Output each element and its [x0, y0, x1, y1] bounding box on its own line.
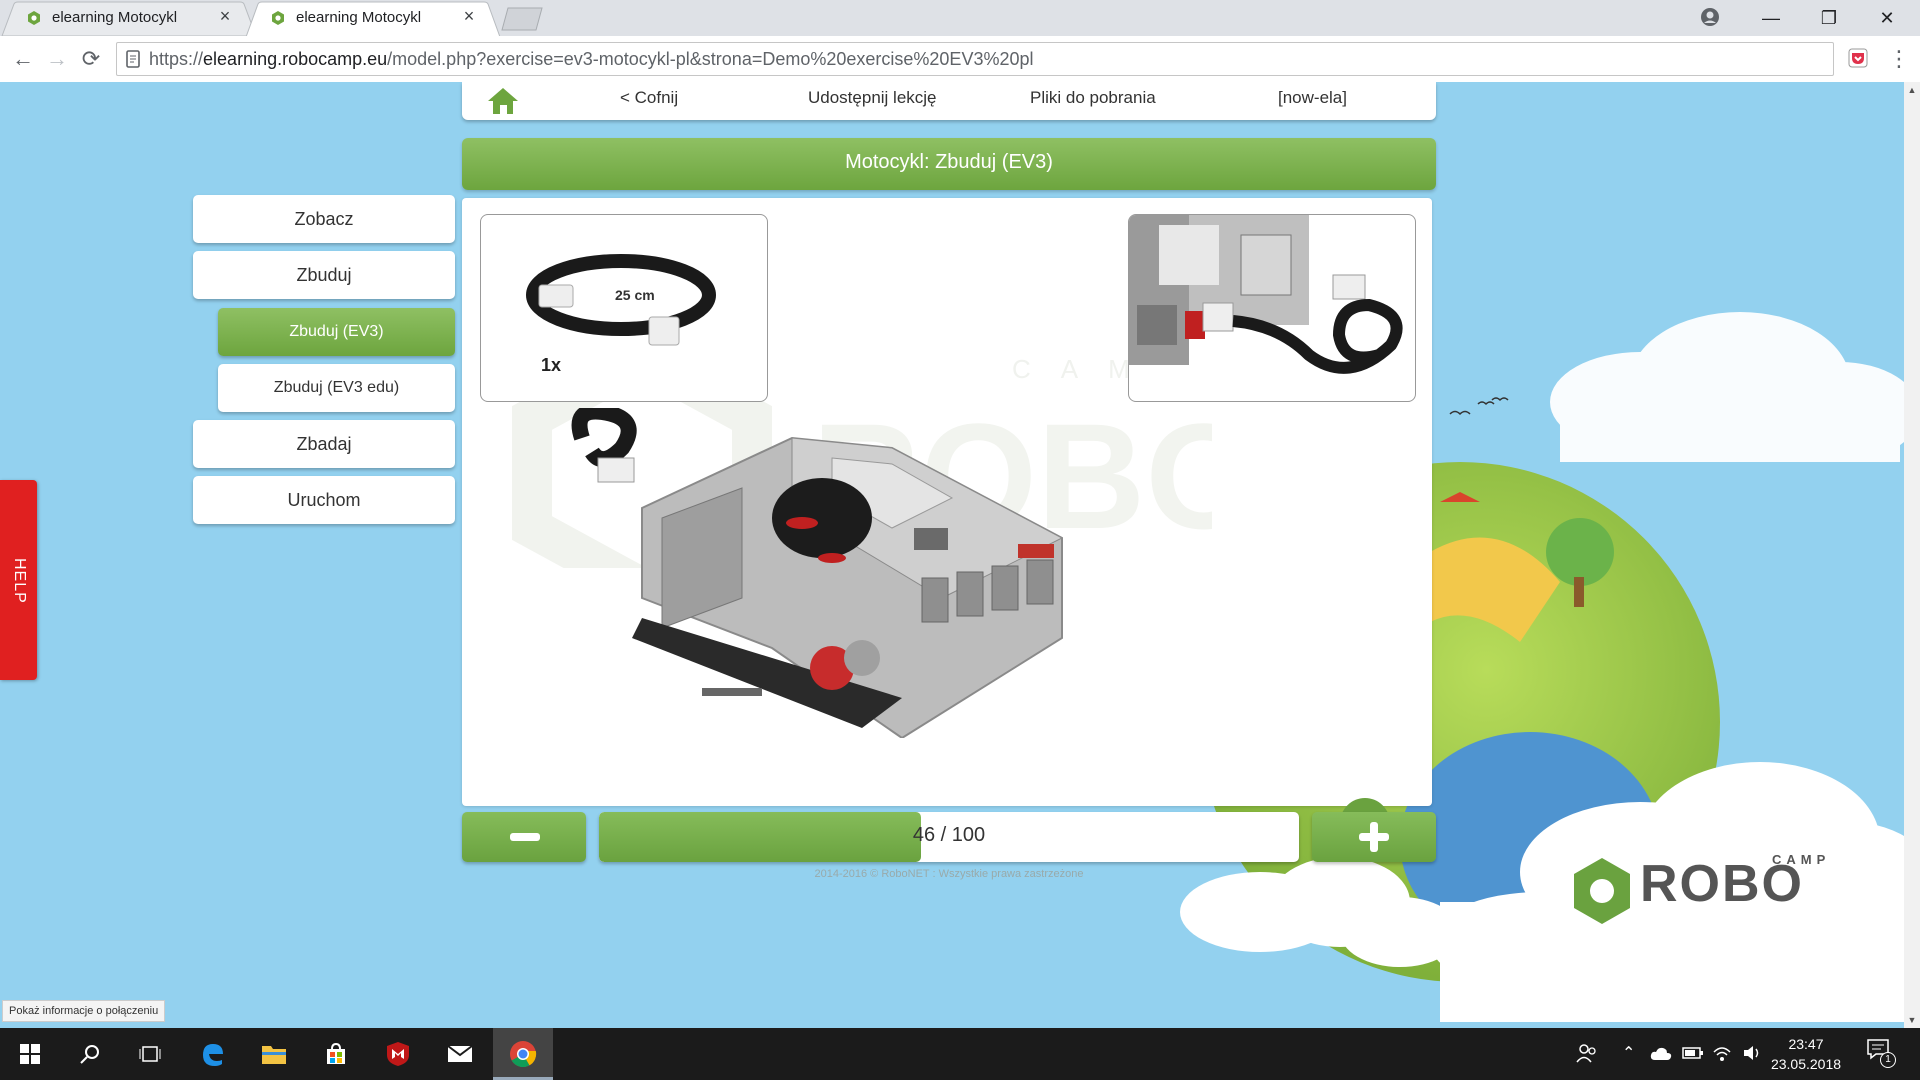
sidebar-item-uruchom[interactable]: Uruchom	[193, 476, 455, 524]
search-button[interactable]	[60, 1028, 120, 1080]
cable-length-label: 25 cm	[615, 287, 655, 303]
browser-tab-2[interactable]: elearning Motocykl ×	[244, 0, 502, 36]
part-quantity-label: 1x	[541, 355, 562, 375]
onedrive-icon[interactable]	[1650, 1045, 1672, 1061]
cloud-top	[1550, 312, 1904, 462]
help-label: HELP	[11, 558, 28, 604]
start-button[interactable]	[0, 1028, 60, 1080]
sidebar-item-zbuduj-ev3[interactable]: Zbuduj (EV3)	[218, 308, 455, 356]
system-clock[interactable]: 23:47 23.05.2018	[1756, 1034, 1856, 1074]
browser-toolbar: ← → ⟳ https://elearning.robocamp.eu/mode…	[0, 36, 1920, 83]
url-path: /model.php?exercise=ev3-motocykl-pl&stro…	[387, 49, 1034, 69]
site-top-nav: < Cofnij Udostępnij lekcję Pliki do pobr…	[462, 82, 1436, 120]
forward-button[interactable]: →	[42, 44, 72, 74]
reload-button[interactable]: ⟳	[76, 44, 106, 74]
new-tab-button[interactable]	[500, 7, 544, 31]
help-tab[interactable]: HELP	[0, 480, 37, 680]
step-progress-bar: 46 / 100	[599, 812, 1299, 862]
search-icon	[80, 1045, 99, 1064]
close-window-button[interactable]: ✕	[1858, 0, 1916, 36]
chrome-icon	[510, 1041, 537, 1068]
scroll-down-icon[interactable]: ▼	[1904, 1012, 1920, 1028]
birds-illustration	[1449, 397, 1509, 416]
step-counter: 46 / 100	[912, 824, 986, 846]
clock-date: 23.05.2018	[1770, 1056, 1842, 1072]
robocamp-favicon-icon	[28, 11, 40, 25]
sidebar-item-zobacz[interactable]: Zobacz	[193, 195, 455, 243]
windows-taskbar: ⌃ 23:47 23.05.2018 1	[0, 1028, 1920, 1080]
previous-step-button[interactable]	[462, 812, 586, 862]
browser-menu-icon[interactable]: ⋮	[1888, 46, 1910, 72]
notification-count-badge: 1	[1880, 1052, 1896, 1068]
chrome-taskbar-button[interactable]	[493, 1028, 553, 1080]
minimize-button[interactable]: —	[1742, 0, 1800, 36]
lesson-title: Motocykl: Zbuduj (EV3)	[845, 151, 1053, 173]
next-step-button[interactable]	[1312, 812, 1436, 862]
address-bar[interactable]: https://elearning.robocamp.eu/model.php?…	[116, 42, 1834, 76]
tab-title: elearning Motocykl	[296, 9, 422, 26]
instruction-canvas: ROBO CAMP 25 cm 1x	[462, 198, 1432, 806]
back-link[interactable]: < Cofnij	[620, 88, 678, 108]
page-info-icon[interactable]	[125, 50, 141, 68]
pocket-extension-icon[interactable]	[1848, 48, 1868, 68]
edge-icon	[203, 1044, 223, 1066]
browser-tab-1[interactable]: elearning Motocykl ×	[0, 0, 258, 36]
copyright-text: 2014-2016 © RoboNET : Wszystkie prawa za…	[814, 868, 1084, 880]
logo-camp-text: CAMP	[1772, 852, 1831, 867]
mcafee-shield-icon	[387, 1042, 409, 1066]
url-text: https://elearning.robocamp.eu/model.php?…	[149, 49, 1034, 70]
mcafee-taskbar-button[interactable]	[368, 1028, 428, 1080]
share-lesson-link[interactable]: Udostępnij lekcję	[808, 88, 937, 108]
tree-trunk	[1574, 577, 1584, 607]
ev3-model-illustration	[571, 408, 1064, 738]
page-viewport: ROBO CAMP < Cofnij Udostępnij lekcję Pli…	[0, 82, 1904, 1028]
show-hidden-icons-icon[interactable]: ⌃	[1622, 1043, 1635, 1063]
restore-button[interactable]: ❐	[1800, 0, 1858, 36]
url-scheme: https://	[149, 49, 204, 69]
user-account-link[interactable]: [now-ela]	[1278, 88, 1347, 108]
clock-time: 23:47	[1788, 1036, 1824, 1052]
back-button[interactable]: ←	[8, 44, 38, 74]
plus-icon-v	[1370, 822, 1378, 852]
store-icon	[327, 1042, 345, 1064]
sidebar-item-zbadaj[interactable]: Zbadaj	[193, 420, 455, 468]
mail-icon	[447, 1045, 473, 1062]
scroll-up-icon[interactable]: ▲	[1904, 82, 1920, 98]
tab-close-icon[interactable]: ×	[216, 6, 234, 27]
connection-info-status: Pokaż informacje o połączeniu	[2, 1000, 166, 1022]
tab-strip: elearning Motocykl × elearning Motocykl …	[0, 0, 1920, 36]
page-scrollbar[interactable]: ▲ ▼	[1904, 82, 1920, 1028]
action-center-button[interactable]: 1	[1866, 1038, 1906, 1070]
battery-icon[interactable]	[1682, 1046, 1704, 1060]
mail-taskbar-button[interactable]	[430, 1028, 490, 1080]
sidebar-item-zbuduj-ev3-edu[interactable]: Zbuduj (EV3 edu)	[218, 364, 455, 412]
detail-zoom-panel	[1128, 214, 1416, 402]
cable-connection-detail-illustration	[1129, 215, 1403, 374]
parts-needed-panel: 25 cm 1x	[480, 214, 768, 402]
wifi-icon[interactable]	[1712, 1044, 1732, 1062]
edge-taskbar-button[interactable]	[182, 1028, 242, 1080]
windows-logo-icon	[20, 1044, 40, 1064]
lesson-title-bar: Motocykl: Zbuduj (EV3)	[462, 138, 1436, 190]
folder-icon	[262, 1046, 286, 1064]
task-view-button[interactable]	[120, 1028, 180, 1080]
home-icon[interactable]	[486, 86, 520, 116]
tree-illustration	[1546, 518, 1614, 586]
tab-title: elearning Motocykl	[52, 9, 178, 26]
downloads-link[interactable]: Pliki do pobrania	[1030, 88, 1156, 108]
file-explorer-taskbar-button[interactable]	[244, 1028, 304, 1080]
profile-icon[interactable]	[1700, 7, 1720, 27]
store-taskbar-button[interactable]	[306, 1028, 366, 1080]
task-view-icon	[139, 1046, 161, 1062]
tab-close-icon[interactable]: ×	[460, 6, 478, 27]
people-icon[interactable]	[1576, 1042, 1598, 1064]
url-host: elearning.robocamp.eu	[203, 49, 388, 69]
robocamp-favicon-icon	[272, 11, 284, 25]
sidebar-item-zbuduj[interactable]: Zbuduj	[193, 251, 455, 299]
minus-icon	[510, 833, 540, 841]
